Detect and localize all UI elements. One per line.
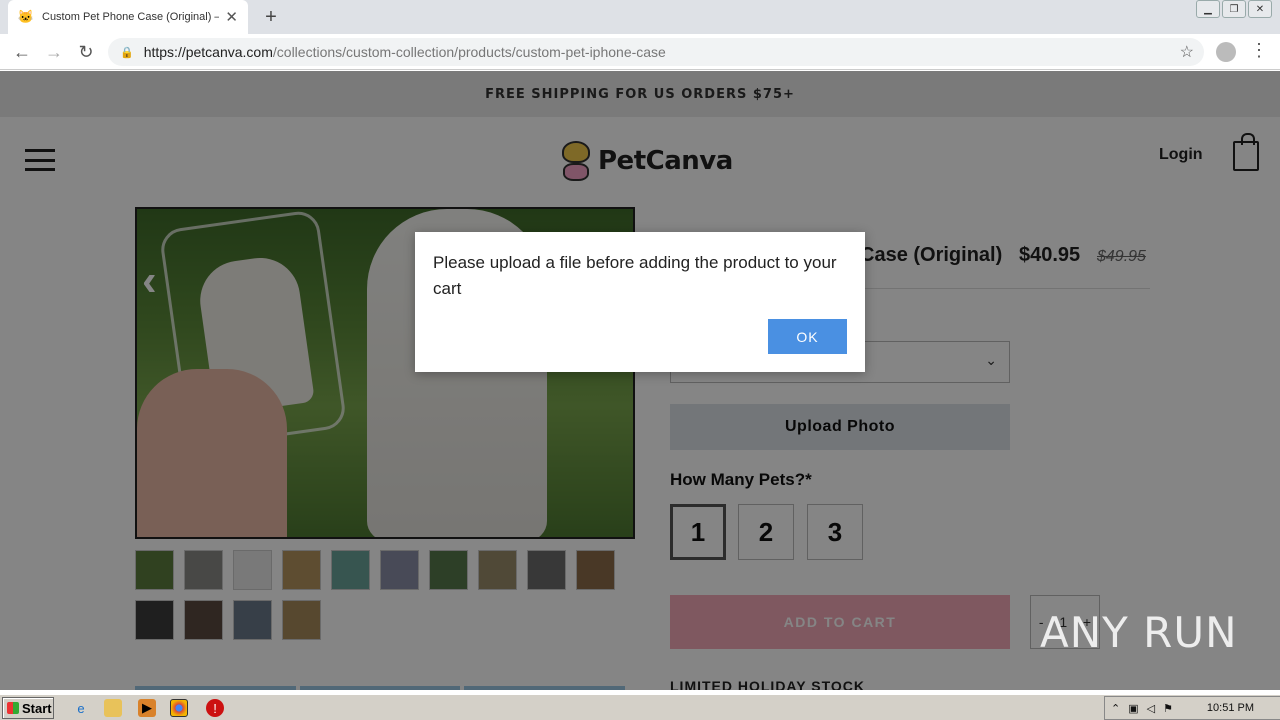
url-path: /collections/custom-collection/products/… <box>272 44 666 60</box>
tray-expand-icon[interactable]: ⌃ <box>1111 702 1120 715</box>
browser-toolbar: ← → ↻ 🔒 https://petcanva.com /collection… <box>0 34 1280 70</box>
window-close-icon[interactable]: ✕ <box>1248 0 1272 18</box>
tab-title: Custom Pet Phone Case (Original) – P <box>42 11 220 23</box>
windows-taskbar: Start e ▶ ! ⌃ ▣ ◁ ⚑ 10:51 PM <box>0 694 1280 720</box>
ie-icon[interactable]: e <box>72 699 90 717</box>
start-label: Start <box>22 700 52 716</box>
back-icon[interactable]: ← <box>10 40 34 64</box>
site-favicon-icon: 🐱 <box>17 9 35 24</box>
volume-icon[interactable]: ◁ <box>1147 702 1155 715</box>
system-tray: ⌃ ▣ ◁ ⚑ 10:51 PM <box>1104 696 1280 720</box>
browser-menu-icon[interactable]: ⋮ <box>1250 40 1268 61</box>
flag-icon[interactable]: ⚑ <box>1163 702 1173 715</box>
modal-overlay[interactable] <box>0 71 1280 690</box>
lock-icon: 🔒 <box>120 46 134 59</box>
ok-button[interactable]: OK <box>768 319 847 354</box>
windows-logo-icon <box>7 702 19 714</box>
media-player-icon[interactable]: ▶ <box>138 699 156 717</box>
alert-message: Please upload a file before adding the p… <box>433 253 837 298</box>
window-controls: ▁ ❐ ✕ <box>1196 0 1272 18</box>
opera-icon[interactable]: ! <box>206 699 224 717</box>
bookmark-star-icon[interactable]: ☆ <box>1180 42 1194 62</box>
alert-dialog: Please upload a file before adding the p… <box>415 232 865 372</box>
reload-icon[interactable]: ↻ <box>74 40 98 64</box>
chrome-icon[interactable] <box>170 699 188 717</box>
folder-icon[interactable] <box>104 699 122 717</box>
address-bar[interactable]: 🔒 https://petcanva.com /collections/cust… <box>108 38 1204 66</box>
profile-avatar-icon[interactable] <box>1216 42 1236 62</box>
clock: 10:51 PM <box>1206 702 1254 714</box>
minimize-icon[interactable]: ▁ <box>1196 0 1220 18</box>
forward-icon[interactable]: → <box>42 40 66 64</box>
browser-tab-strip: 🐱 Custom Pet Phone Case (Original) – P ✕… <box>0 0 1280 34</box>
restore-icon[interactable]: ❐ <box>1222 0 1246 18</box>
browser-tab[interactable]: 🐱 Custom Pet Phone Case (Original) – P ✕ <box>8 0 248 34</box>
new-tab-button[interactable]: + <box>258 4 284 30</box>
watermark: ANY RUN <box>1040 608 1238 657</box>
tab-close-icon[interactable]: ✕ <box>225 8 238 26</box>
url-host: https://petcanva.com <box>143 44 273 60</box>
start-button[interactable]: Start <box>2 697 54 719</box>
network-icon[interactable]: ▣ <box>1128 702 1138 715</box>
